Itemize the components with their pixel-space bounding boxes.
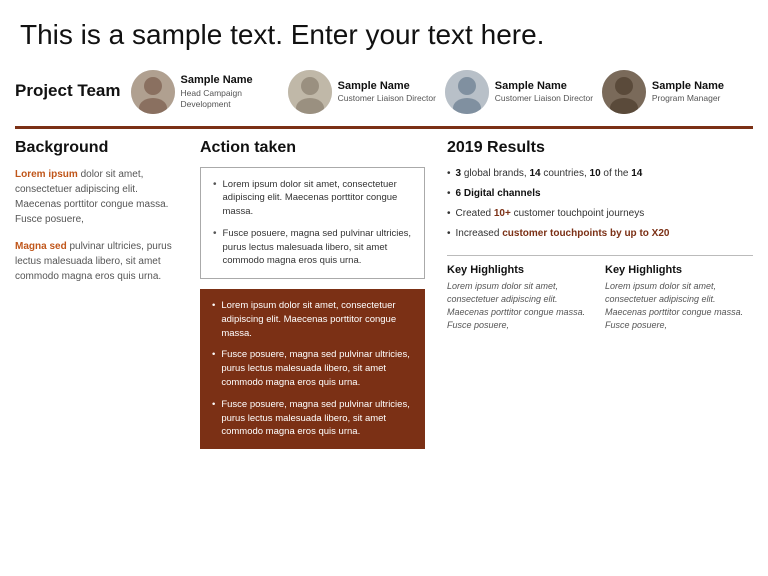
action-white-text-2: Fusce posuere, magna sed pulvinar ultric… [223,227,412,268]
background-paragraph-1: Lorem ipsum dolor sit amet, consectetuer… [15,167,178,227]
highlight-lorem: Lorem ipsum [15,169,78,180]
action-box-white: • Lorem ipsum dolor sit amet, consectetu… [200,167,425,280]
member-info-1: Sample Name Head Campaign Development [181,73,282,109]
member-name-2: Sample Name [338,79,436,93]
member-info-3: Sample Name Customer Liaison Director [495,79,593,104]
team-member-3: Sample Name Customer Liaison Director [445,70,596,114]
action-brown-item-1: • Lorem ipsum dolor sit amet, consectetu… [212,299,413,340]
result-item-4: • Increased customer touchpoints by up t… [447,227,753,241]
member-info-4: Sample Name Program Manager [652,79,724,104]
member-role-1: Head Campaign Development [181,88,282,110]
action-white-text-1: Lorem ipsum dolor sit amet, consectetuer… [223,178,412,219]
result-item-3: • Created 10+ customer touchpoint journe… [447,207,753,221]
action-brown-item-2: • Fusce posuere, magna sed pulvinar ultr… [212,348,413,389]
background-title: Background [15,139,178,157]
member-info-2: Sample Name Customer Liaison Director [338,79,436,104]
content-area: Background Lorem ipsum dolor sit amet, c… [0,139,768,449]
team-label: Project Team [15,81,121,101]
action-brown-item-3: • Fusce posuere, magna sed pulvinar ultr… [212,398,413,439]
team-member-1: Sample Name Head Campaign Development [131,70,282,114]
bullet-1: • [213,178,217,219]
result-item-1: • 3 global brands, 14 countries, 10 of t… [447,167,753,181]
member-name-4: Sample Name [652,79,724,93]
member-name-3: Sample Name [495,79,593,93]
header-section: This is a sample text. Enter your text h… [0,0,768,62]
action-brown-text-1: Lorem ipsum dolor sit amet, consectetuer… [221,299,413,340]
highlight-text-1: Lorem ipsum dolor sit amet, consectetuer… [447,280,595,332]
page-title: This is a sample text. Enter your text h… [20,18,748,52]
action-title: Action taken [200,139,425,157]
bullet-2: • [213,227,217,268]
avatar-1 [131,70,175,114]
results-title: 2019 Results [447,139,753,157]
results-list: • 3 global brands, 14 countries, 10 of t… [447,167,753,241]
background-paragraph-2: Magna sed pulvinar ultricies, purus lect… [15,239,178,284]
section-divider [15,126,753,129]
highlight-text-2: Lorem ipsum dolor sit amet, consectetuer… [605,280,753,332]
results-column: 2019 Results • 3 global brands, 14 count… [435,139,753,449]
highlight-col-2: Key Highlights Lorem ipsum dolor sit ame… [605,264,753,332]
action-brown-text-2: Fusce posuere, magna sed pulvinar ultric… [221,348,413,389]
team-members-list: Sample Name Head Campaign Development Sa… [131,70,753,114]
background-column: Background Lorem ipsum dolor sit amet, c… [15,139,190,449]
action-brown-text-3: Fusce posuere, magna sed pulvinar ultric… [221,398,413,439]
highlights-divider [447,255,753,256]
highlight-title-1: Key Highlights [447,264,595,276]
member-role-2: Customer Liaison Director [338,93,436,104]
avatar-4 [602,70,646,114]
action-box-brown: • Lorem ipsum dolor sit amet, consectetu… [200,289,425,449]
result-item-2: • 6 Digital channels [447,187,753,201]
bullet-4: • [212,348,215,389]
action-column: Action taken • Lorem ipsum dolor sit ame… [190,139,435,449]
member-role-3: Customer Liaison Director [495,93,593,104]
highlight-title-2: Key Highlights [605,264,753,276]
bullet-3: • [212,299,215,340]
member-role-4: Program Manager [652,93,724,104]
team-member-4: Sample Name Program Manager [602,70,753,114]
avatar-2 [288,70,332,114]
action-white-item-2: • Fusce posuere, magna sed pulvinar ultr… [213,227,412,268]
team-member-2: Sample Name Customer Liaison Director [288,70,439,114]
member-name-1: Sample Name [181,73,282,87]
action-white-item-1: • Lorem ipsum dolor sit amet, consectetu… [213,178,412,219]
bullet-5: • [212,398,215,439]
highlight-magna: Magna sed [15,241,67,252]
avatar-3 [445,70,489,114]
highlights-row: Key Highlights Lorem ipsum dolor sit ame… [447,264,753,332]
team-section: Project Team Sample Name Head Campaign D… [0,62,768,122]
highlight-col-1: Key Highlights Lorem ipsum dolor sit ame… [447,264,595,332]
